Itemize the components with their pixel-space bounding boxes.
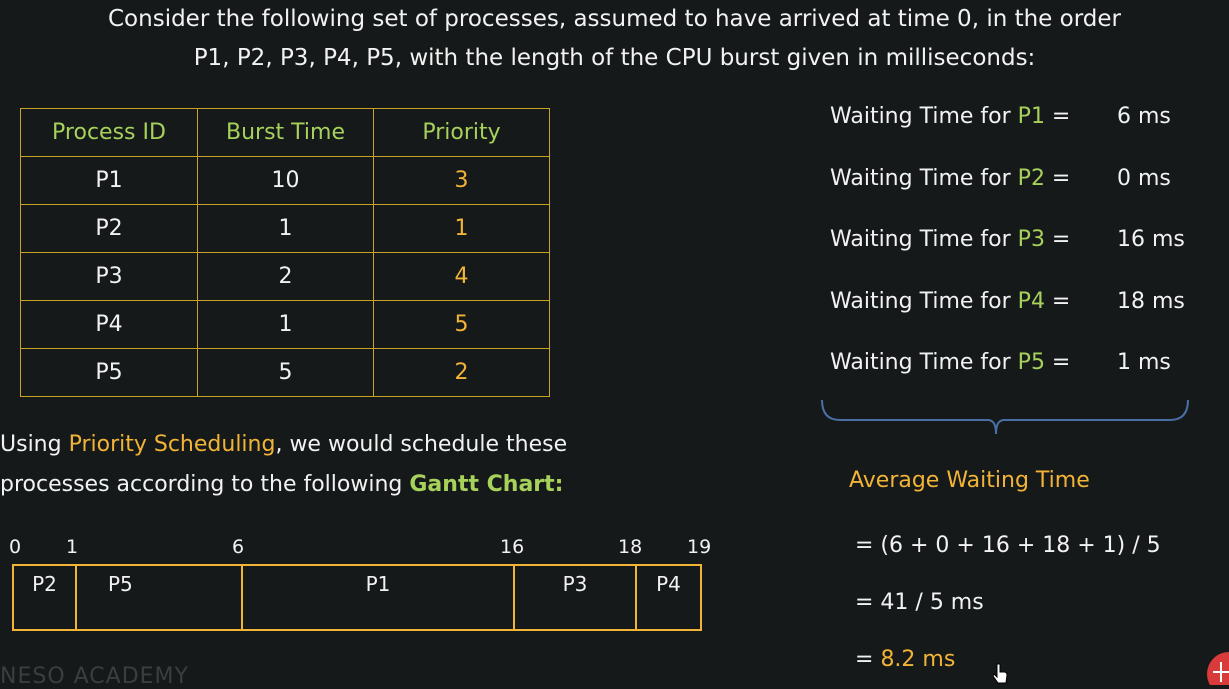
cell-priority: 5 (373, 300, 550, 349)
waiting-prefix: Waiting Time for (830, 227, 1011, 252)
waiting-pid: P3 (1017, 227, 1045, 252)
gantt-segment: P3 (515, 566, 637, 629)
waiting-pid: P1 (1017, 104, 1045, 129)
waiting-prefix: Waiting Time for (830, 104, 1011, 129)
intro-text: Consider the following set of processes,… (0, 0, 1229, 78)
mouse-pointer-icon (993, 663, 1008, 684)
header-burst-time: Burst Time (197, 108, 374, 157)
waiting-times-list: Waiting Time for P1 = 6 ms Waiting Time … (830, 100, 1185, 408)
gantt-chart: P2 P5 P1 P3 P4 (12, 564, 702, 631)
cell-priority: 4 (373, 252, 550, 301)
waiting-value: 6 ms (1117, 104, 1171, 129)
table-header-row: Process ID Burst Time Priority (20, 108, 550, 157)
gantt-segment: P1 (243, 566, 515, 629)
table-row: P3 2 4 (20, 252, 550, 301)
cell-pid: P4 (20, 300, 198, 349)
table-row: P2 1 1 (20, 204, 550, 253)
waiting-value: 1 ms (1117, 350, 1171, 375)
table-row: P5 5 2 (20, 348, 550, 397)
cell-pid: P3 (20, 252, 198, 301)
schedule-line-1: Using Priority Scheduling, we would sche… (0, 425, 567, 465)
cell-pid: P2 (20, 204, 198, 253)
average-waiting-time-title: Average Waiting Time (849, 468, 1090, 493)
cell-burst: 2 (197, 252, 374, 301)
average-step-1: = (6 + 0 + 16 + 18 + 1) / 5 (855, 533, 1161, 558)
intro-line-2: P1, P2, P3, P4, P5, with the length of t… (193, 45, 1036, 71)
cell-priority: 2 (373, 348, 550, 397)
cell-burst: 1 (197, 300, 374, 349)
schedule-description: Using Priority Scheduling, we would sche… (0, 425, 567, 505)
gantt-tick: 0 (9, 536, 22, 558)
header-process-id: Process ID (20, 108, 198, 157)
gantt-tick: 18 (618, 536, 643, 558)
cell-burst: 5 (197, 348, 374, 397)
waiting-prefix: Waiting Time for (830, 288, 1011, 314)
waiting-time-row: Waiting Time for P1 = 6 ms (830, 100, 1171, 162)
waiting-prefix: Waiting Time for (830, 350, 1011, 375)
gantt-segment-label: P5 (108, 572, 133, 596)
schedule-text: processes according to the following (0, 472, 410, 497)
header-priority: Priority (373, 108, 550, 157)
cell-priority: 3 (373, 156, 550, 205)
gantt-tick: 1 (66, 536, 79, 558)
table-row: P1 10 3 (20, 156, 550, 205)
cell-burst: 1 (197, 204, 374, 253)
waiting-time-row: Waiting Time for P3 = 16 ms (830, 223, 1185, 285)
waiting-value: 0 ms (1117, 165, 1171, 191)
table-row: P4 1 5 (20, 300, 550, 349)
average-step-3-prefix: = (855, 647, 881, 672)
cell-priority: 1 (373, 204, 550, 253)
cell-pid: P1 (20, 156, 198, 205)
curly-brace-icon (821, 399, 1189, 435)
waiting-pid: P5 (1017, 350, 1045, 375)
waiting-time-row: Waiting Time for P4 = 18 ms (830, 285, 1185, 347)
watermark-logo: NESO ACADEMY (0, 664, 189, 689)
waiting-pid: P4 (1017, 288, 1045, 314)
gantt-segment-label: P4 (656, 572, 681, 596)
gantt-segment: P4 (637, 566, 700, 629)
gantt-segment-label: P3 (562, 572, 588, 596)
schedule-line-2: processes according to the following Gan… (0, 465, 567, 505)
average-step-2: = 41 / 5 ms (855, 590, 984, 615)
waiting-value: 18 ms (1117, 288, 1185, 314)
average-step-3: = 8.2 ms (855, 647, 955, 672)
schedule-text: Using (0, 432, 69, 457)
gantt-tick: 6 (232, 536, 245, 558)
waiting-value: 16 ms (1117, 227, 1185, 252)
gantt-tick: 16 (500, 536, 525, 558)
gantt-tick: 19 (687, 536, 712, 558)
corner-logo-icon (1207, 652, 1229, 685)
cell-pid: P5 (20, 348, 198, 397)
gantt-segment-label: P1 (365, 572, 391, 596)
gantt-segment-label: P2 (32, 572, 57, 596)
schedule-text: , we would schedule these (275, 432, 568, 457)
waiting-pid: P2 (1017, 165, 1045, 191)
cell-burst: 10 (197, 156, 374, 205)
gantt-chart-term: Gantt Chart: (409, 472, 564, 497)
gantt-segment: P2 (14, 566, 77, 629)
priority-scheduling-term: Priority Scheduling (68, 432, 276, 457)
waiting-prefix: Waiting Time for (830, 165, 1011, 191)
process-table: Process ID Burst Time Priority P1 10 3 P… (20, 108, 550, 397)
intro-line-1: Consider the following set of processes,… (108, 6, 1121, 32)
average-result: 8.2 ms (880, 647, 956, 672)
waiting-time-row: Waiting Time for P2 = 0 ms (830, 162, 1171, 224)
gantt-segment: P5 (77, 566, 243, 629)
